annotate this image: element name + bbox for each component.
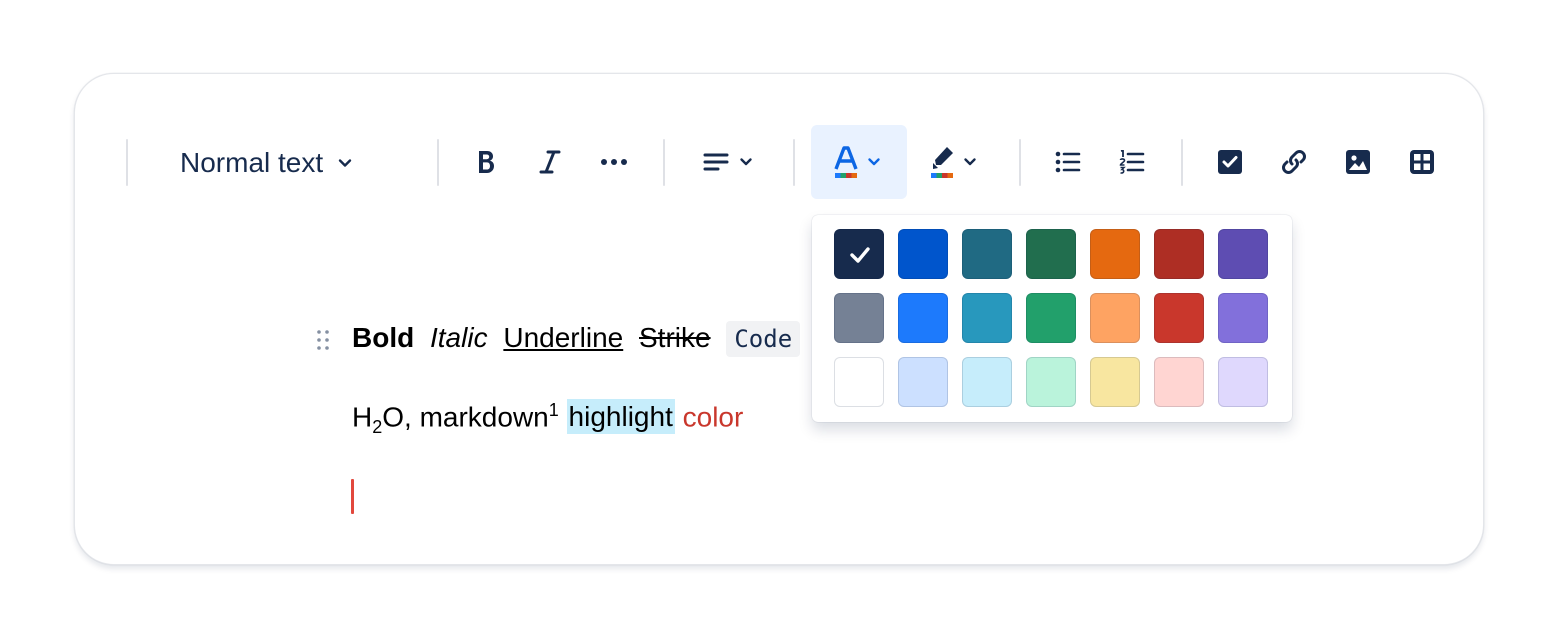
color-swatch[interactable] [962, 293, 1012, 343]
color-swatch[interactable] [1090, 357, 1140, 407]
toolbar-separator [1181, 139, 1183, 186]
subscript-text: 2 [372, 416, 383, 437]
color-swatch[interactable] [1154, 229, 1204, 279]
color-swatch[interactable] [1218, 357, 1268, 407]
numbered-list-icon[interactable] [1116, 146, 1148, 178]
text-style-dropdown[interactable]: Normal text [180, 144, 353, 182]
color-swatch[interactable] [1154, 357, 1204, 407]
align-icon [703, 152, 729, 172]
color-swatch[interactable] [1090, 229, 1140, 279]
color-swatch[interactable] [834, 229, 884, 279]
toolbar-separator [663, 139, 665, 186]
toolbar-separator [793, 139, 795, 186]
color-swatch[interactable] [898, 293, 948, 343]
image-icon[interactable] [1342, 146, 1374, 178]
underline-text: Underline [503, 322, 624, 353]
text-cursor [351, 479, 354, 514]
toolbar-separator [1019, 139, 1021, 186]
highlighted-text: highlight [566, 399, 675, 435]
color-swatch[interactable] [1218, 293, 1268, 343]
text-color-palette [812, 215, 1292, 422]
task-checkbox-icon[interactable] [1214, 146, 1246, 178]
more-formatting-icon[interactable] [598, 146, 630, 178]
highlight-icon [927, 145, 957, 179]
bullet-list-icon[interactable] [1052, 146, 1084, 178]
color-swatch[interactable] [1218, 229, 1268, 279]
h-text: H [352, 401, 373, 433]
code-text: Code [726, 321, 801, 357]
color-swatch[interactable] [1026, 293, 1076, 343]
toolbar-separator [437, 139, 439, 186]
text-color-icon [826, 143, 886, 181]
italic-icon[interactable] [534, 146, 566, 178]
strike-text: Strike [639, 322, 711, 353]
checkmark-icon [850, 247, 870, 263]
color-swatch[interactable] [1090, 293, 1140, 343]
table-icon[interactable] [1406, 146, 1438, 178]
align-dropdown[interactable] [698, 146, 758, 178]
chevron-down-icon [963, 155, 977, 169]
text-style-label: Normal text [180, 147, 324, 178]
color-swatch[interactable] [898, 357, 948, 407]
paragraph-marks[interactable]: H2O, markdown1 highlight color [352, 399, 744, 438]
color-swatch[interactable] [962, 229, 1012, 279]
bold-text: Bold [352, 322, 415, 353]
drag-handle-icon[interactable] [316, 329, 330, 351]
link-icon[interactable] [1278, 146, 1310, 178]
color-swatch[interactable] [898, 229, 948, 279]
highlight-button[interactable] [922, 143, 982, 181]
italic-text: Italic [430, 322, 488, 353]
chevron-down-icon [867, 155, 881, 169]
color-swatch[interactable] [1026, 229, 1076, 279]
color-swatch[interactable] [962, 357, 1012, 407]
superscript-text: 1 [548, 400, 559, 420]
color-swatch[interactable] [1026, 357, 1076, 407]
color-swatch[interactable] [1154, 293, 1204, 343]
color-swatch[interactable] [834, 293, 884, 343]
colored-text: color [682, 401, 744, 433]
chevron-down-icon [337, 155, 353, 171]
text-run: O, markdown [382, 401, 549, 433]
toolbar-separator [126, 139, 128, 186]
chevron-down-icon [739, 155, 753, 169]
color-swatch[interactable] [834, 357, 884, 407]
bold-icon[interactable] [470, 146, 502, 178]
paragraph-formatting[interactable]: Bold Italic Underline Strike Code [352, 321, 808, 357]
